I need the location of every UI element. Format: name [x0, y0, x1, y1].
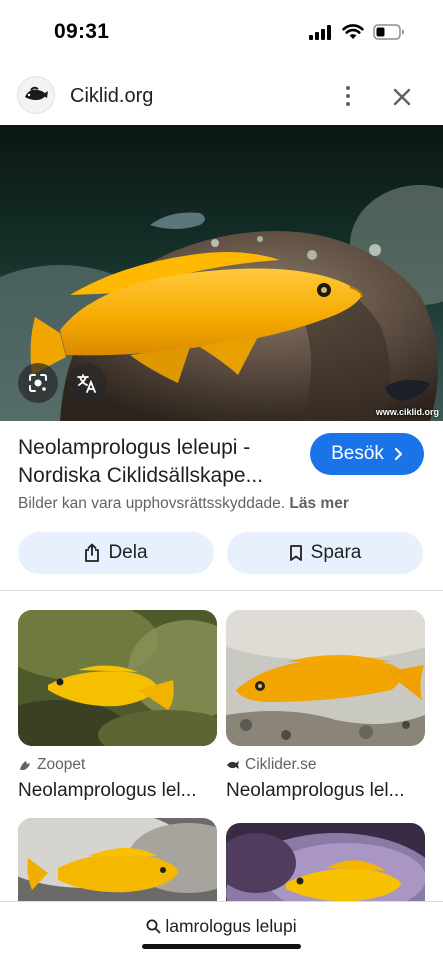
search-query[interactable]: lamrologus lelupi	[0, 916, 443, 937]
lens-button[interactable]	[18, 363, 58, 403]
related-title[interactable]: Neolamprologus lel...	[226, 780, 425, 802]
related-source-name: Zoopet	[37, 756, 86, 773]
translate-icon	[77, 374, 96, 393]
save-button-label: Spara	[310, 542, 362, 563]
share-button-label: Dela	[108, 542, 148, 563]
more-vert-icon-dot	[345, 93, 351, 99]
fish-logo-icon	[25, 86, 48, 100]
lens-icon	[29, 374, 47, 392]
more-vert-icon-dot	[345, 101, 351, 107]
wifi-icon	[342, 24, 364, 39]
related-source: Ciklider.se	[226, 756, 425, 774]
bottom-search-bar[interactable]: lamrologus lelupi	[0, 901, 443, 960]
related-source: Zoopet	[18, 756, 217, 774]
share-icon	[85, 543, 100, 562]
zoopet-favicon-icon	[20, 761, 30, 770]
result-title[interactable]: Neolamprologus leleupi - Nordiska Ciklid…	[18, 434, 308, 490]
result-title-line-1: Neolamprologus leleupi -	[18, 436, 251, 459]
ciklider-favicon-icon	[227, 761, 239, 769]
fish-thumbnail-image	[18, 610, 217, 746]
translate-button[interactable]	[67, 363, 107, 403]
related-thumbnail[interactable]	[18, 610, 217, 746]
chevron-right-icon	[394, 447, 403, 461]
site-logo[interactable]	[17, 76, 55, 114]
fish-photo	[0, 125, 443, 421]
learn-more-link[interactable]: Läs mer	[289, 495, 348, 512]
related-title[interactable]: Neolamprologus lel...	[18, 780, 217, 802]
copyright-text: Bilder kan vara upphovsrättsskyddade.	[18, 495, 286, 512]
visit-button[interactable]: Besök	[310, 433, 424, 475]
related-thumbnail[interactable]	[226, 610, 425, 746]
search-icon	[146, 919, 161, 934]
result-title-line-2: Nordiska Ciklidsällskape...	[18, 464, 264, 487]
cellular-signal-icon	[309, 24, 331, 40]
save-button[interactable]: Spara	[227, 532, 423, 574]
more-vert-icon-dot	[345, 85, 351, 91]
copyright-notice: Bilder kan vara upphovsrättsskyddade. Lä…	[18, 495, 349, 513]
visit-button-label: Besök	[331, 443, 384, 464]
section-divider	[0, 590, 443, 591]
search-query-text: lamrologus lelupi	[165, 916, 297, 936]
page-header: Ciklid.org	[0, 64, 443, 126]
related-result-card[interactable]: Zoopet Neolamprologus lel...	[18, 610, 217, 802]
related-result-card[interactable]: Ciklider.se Neolamprologus lel...	[226, 610, 425, 802]
more-options-button[interactable]	[336, 82, 360, 110]
status-time: 09:31	[54, 20, 110, 43]
image-watermark: www.ciklid.org	[375, 407, 439, 417]
battery-icon	[373, 24, 404, 40]
bookmark-icon	[289, 545, 302, 561]
share-button[interactable]: Dela	[18, 532, 214, 574]
close-icon[interactable]	[389, 84, 415, 110]
fish-thumbnail-image	[226, 610, 425, 746]
site-name[interactable]: Ciklid.org	[70, 85, 153, 108]
status-icons	[309, 24, 405, 40]
status-bar: 09:31	[0, 0, 443, 62]
home-indicator[interactable]	[142, 944, 301, 949]
hero-image[interactable]: www.ciklid.org	[0, 125, 443, 421]
related-source-name: Ciklider.se	[245, 756, 317, 773]
